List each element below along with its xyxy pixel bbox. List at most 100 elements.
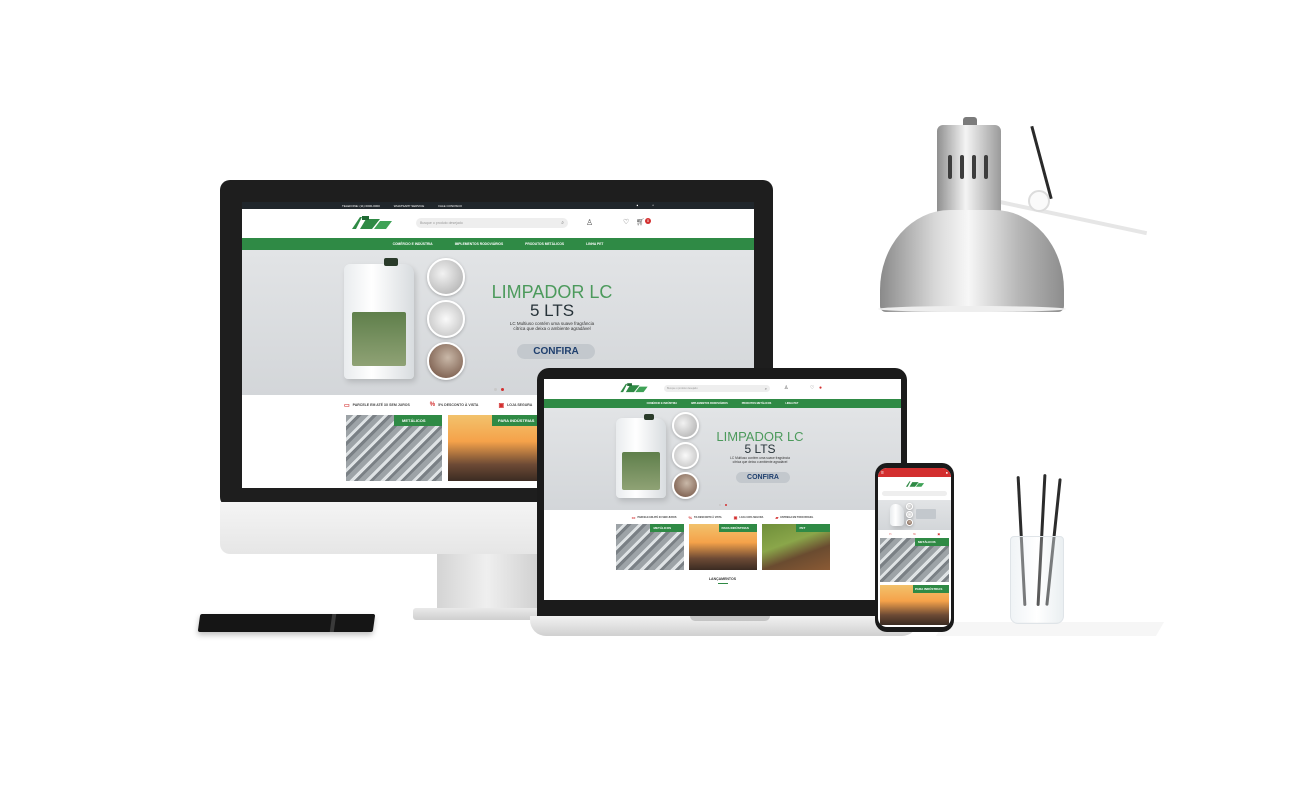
category-card-metalicos[interactable]: METÁLICOS (880, 538, 949, 582)
carousel-dot-active[interactable] (501, 388, 504, 391)
carousel-dots (719, 504, 727, 506)
hero-description-2: cítrica que deixa o ambiente agradável (513, 326, 591, 331)
category-cards: METÁLICOS PARA INDÚSTRIAS PET (544, 524, 901, 570)
category-card-industria[interactable]: PARA INDÚSTRIAS (880, 585, 949, 625)
card-label: METÁLICOS (649, 524, 684, 532)
hero-subtitle: 5 LTS (744, 442, 776, 456)
benefits-strip: ▭ % ▣ (878, 530, 951, 537)
card-icon: ▭ (631, 514, 636, 520)
menu-icon[interactable]: ≡ (881, 470, 884, 476)
pencil-glass (1010, 536, 1064, 624)
benefits-bar: ▭ PARCELE EM ATÉ 3X SEM JUROS % 5% DESCONT… (544, 510, 901, 524)
nav-item-comercio[interactable]: COMÉRCIO E INDÚSTRIA (647, 402, 677, 405)
product-jug-image (344, 258, 414, 379)
hero-description-2: cítrica que deixa o ambiente agradável (732, 460, 788, 464)
lamp-vent (984, 155, 988, 179)
monitor-stand (437, 554, 537, 612)
card-label: PARA INDÚSTRIAS (718, 524, 757, 532)
heart-icon[interactable]: ♡ (810, 385, 814, 391)
carousel-dot[interactable] (494, 388, 497, 391)
header: Busque o produto desejado ⌕ ♙ ♡ ● (544, 379, 901, 399)
search-bar[interactable]: Busque o produto desejado ⌕ (416, 218, 568, 228)
user-icon[interactable]: ♙ (784, 385, 788, 391)
product-jug-image (616, 414, 666, 498)
brand-logo[interactable] (905, 480, 925, 488)
brand-logo[interactable] (619, 382, 649, 394)
lamp-vent (960, 155, 964, 179)
search-icon[interactable]: ⌕ (561, 220, 564, 226)
whatsapp-text[interactable]: WHATSAPP SERVICE (394, 204, 425, 208)
usage-photo-3 (427, 342, 465, 380)
truck-icon: ▰ (775, 514, 779, 520)
nav-item-implementos[interactable]: IMPLEMENTOS RODOVIÁRIOS (455, 242, 503, 246)
phone-text[interactable]: TELEFONE: (11) 0000-0000 (342, 204, 380, 208)
facebook-icon[interactable]: ▪ (636, 203, 638, 209)
product-jug-image (890, 504, 904, 526)
nav-item-pet[interactable]: LINHA PET (586, 242, 603, 246)
usage-photo-2 (906, 511, 913, 518)
search-placeholder: Busque o produto desejado (420, 221, 463, 225)
confira-button[interactable]: CONFIRA (736, 472, 790, 483)
category-card-metalicos[interactable]: METÁLICOS (346, 415, 442, 481)
benefit-installments: ▭ PARCELE EM ATÉ 3X SEM JUROS (344, 402, 410, 409)
cart-icon[interactable]: ● (819, 385, 822, 391)
card-label: METÁLICOS (915, 538, 949, 546)
lamp-vent (972, 155, 976, 179)
main-nav: COMÉRCIO E INDÚSTRIA IMPLEMENTOS RODOVIÁ… (544, 399, 901, 408)
category-card-pet[interactable]: PET (761, 524, 830, 570)
confira-button[interactable]: CONFIRA (517, 344, 595, 359)
nav-item-metalicos[interactable]: PRODUTOS METÁLICOS (742, 402, 772, 405)
nav-item-pet[interactable]: LINHA PET (785, 402, 798, 405)
carousel-dot[interactable] (719, 504, 721, 506)
card-label: PARA INDÚSTRIAS (913, 585, 949, 593)
usage-photo-3 (672, 472, 699, 499)
nav-item-implementos[interactable]: IMPLEMENTOS RODOVIÁRIOS (691, 402, 728, 405)
usage-photo-1 (427, 258, 465, 296)
laptop-website: Busque o produto desejado ⌕ ♙ ♡ ● COMÉRC… (544, 379, 901, 600)
main-nav: COMÉRCIO E INDÚSTRIA IMPLEMENTOS RODOVIÁ… (242, 238, 754, 250)
header: Busque o produto desejado ⌕ ♙ ♡ 🛒︎ 0 (242, 209, 754, 238)
card-icon: ▭ (344, 402, 350, 409)
search-bar[interactable] (882, 491, 947, 496)
category-card-industria[interactable]: PARA INDÚSTRIAS (448, 415, 544, 481)
desk-lamp-shade (880, 210, 1064, 312)
carousel-dot-active[interactable] (725, 504, 727, 506)
usage-photo-3 (906, 519, 913, 526)
hero-banner (878, 500, 951, 530)
usage-photo-1 (672, 412, 699, 439)
usage-photo-2 (427, 300, 465, 338)
contact-text[interactable]: FALE CONOSCO (438, 204, 462, 208)
brand-logo[interactable] (350, 215, 394, 231)
nav-item-metalicos[interactable]: PRODUTOS METÁLICOS (525, 242, 564, 246)
lamp-neck (937, 125, 1001, 215)
lock-icon: ▣ (733, 514, 738, 520)
category-card-industria[interactable]: PARA INDÚSTRIAS (688, 524, 757, 570)
section-title: LANÇAMENTOS (708, 577, 737, 581)
carousel-dots (494, 388, 504, 391)
hero-subtitle: 5 LTS (529, 301, 575, 320)
benefit-discount: % 5% DESCONTO À VISTA (688, 514, 722, 520)
lamp-cable (1030, 125, 1053, 200)
cart-icon[interactable]: 🛒︎ (636, 218, 645, 226)
header (878, 477, 951, 491)
top-bar: TELEFONE: (11) 0000-0000 WHATSAPP SERVIC… (242, 202, 754, 209)
lamp-joint (1028, 190, 1050, 212)
hero-headline: LIMPADOR LC 5 LTS LC Multiuso contém uma… (708, 430, 812, 464)
nav-item-comercio[interactable]: COMÉRCIO E INDÚSTRIA (393, 242, 433, 246)
usage-photo-1 (906, 503, 913, 510)
usage-photo-2 (672, 442, 699, 469)
user-icon[interactable]: ♙ (586, 218, 593, 227)
search-icon[interactable]: ⌕ (765, 386, 767, 391)
percent-icon: % (688, 514, 693, 520)
cart-icon[interactable]: ● (946, 470, 948, 475)
hero-banner: LIMPADOR LC 5 LTS LC Multiuso contém uma… (544, 408, 901, 510)
heart-icon[interactable]: ♡ (623, 218, 629, 226)
lock-icon: ▣ (498, 402, 505, 409)
lamp-rim (878, 306, 1066, 312)
instagram-icon[interactable]: ▫ (652, 203, 654, 209)
black-notebook (197, 614, 376, 632)
benefit-secure: ▣ LOJA 100% SEGURA (733, 514, 764, 520)
category-card-metalicos[interactable]: METÁLICOS (615, 524, 684, 570)
percent-icon: % (913, 531, 916, 536)
search-bar[interactable]: Busque o produto desejado ⌕ (664, 385, 770, 392)
